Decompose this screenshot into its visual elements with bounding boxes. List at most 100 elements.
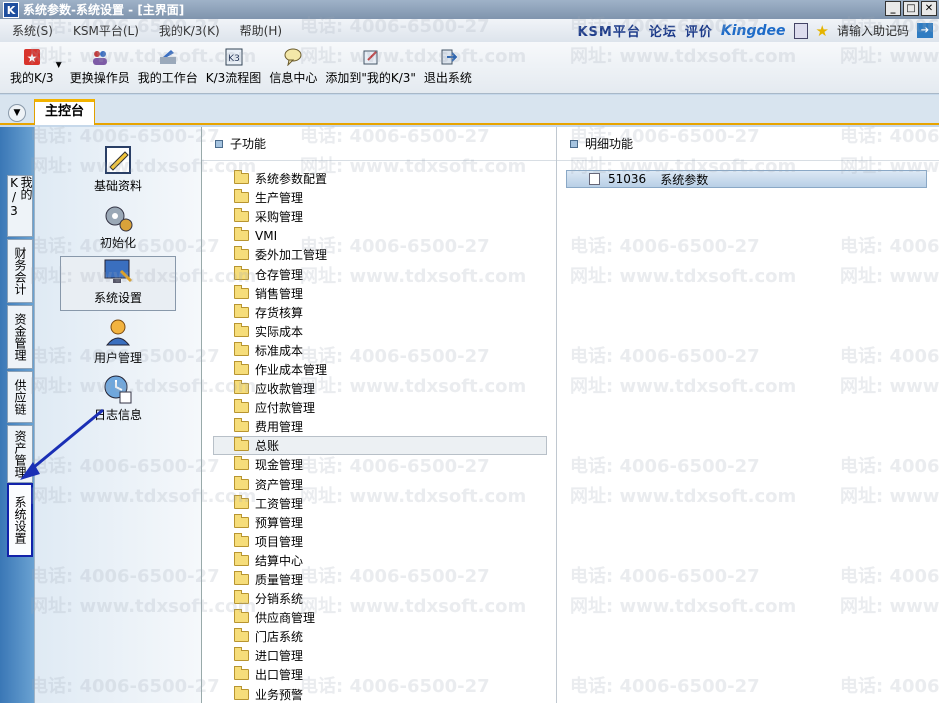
sub-function-item[interactable]: 销售管理 [202,284,557,303]
sub-function-label: 资产管理 [255,477,304,492]
desk-icon [158,48,178,66]
detail-item-system-params[interactable]: 51036 系统参数 [566,170,927,188]
sub-function-item[interactable]: 出口管理 [202,665,557,684]
panel-item-basic-data[interactable]: 基础资料 [60,145,176,194]
rate-link[interactable]: 评价 [685,21,713,40]
folder-icon [234,685,249,700]
ksm-link[interactable]: KSM平台 [577,21,640,40]
vtab-system-settings[interactable]: 系统设置 [7,483,33,557]
folder-icon [234,380,249,395]
tab-dropdown-icon[interactable]: ▼ [8,104,26,122]
function-group-panel: 基础资料 初始化 系统设置 用户管理 日志信息 [34,127,201,703]
sub-function-item[interactable]: 现金管理 [202,455,557,474]
info-center-button[interactable]: 信息中心 [265,42,321,86]
sub-function-item[interactable]: 生产管理 [202,188,557,207]
folder-icon [234,551,249,566]
app-icon: K [3,1,19,18]
vtab-asset-management[interactable]: 资产管理 [7,425,33,483]
vtab-my-k3[interactable]: 我的K/3 [7,175,33,237]
sub-function-label: 委外加工管理 [255,248,328,263]
panel-label-basic-data: 基础资料 [93,179,142,193]
exit-icon [438,48,458,66]
log-clock-icon [102,374,134,404]
go-icon[interactable]: ➔ [917,23,933,38]
menubar-right: KSM平台 论坛 评价 Kingdee ★ 请输入助记码 ➔ [577,19,933,42]
sub-function-label: 工资管理 [255,496,304,511]
sub-function-item[interactable]: 质量管理 [202,570,557,589]
sub-function-item[interactable]: 工资管理 [202,494,557,513]
sub-function-label: 质量管理 [255,573,304,588]
sub-function-label: 分销系统 [255,592,304,607]
sub-function-item[interactable]: 结算中心 [202,551,557,570]
k3-flowchart-button[interactable]: K3 K/3流程图 [202,42,266,86]
sub-function-item[interactable]: 预算管理 [202,513,557,532]
folder-icon [234,666,249,681]
folder-icon [234,246,249,261]
vtab-supply-chain[interactable]: 供应链 [7,371,33,423]
helper-star-icon: ★ [815,21,829,40]
mnemonic-input[interactable]: 请输入助记码 [837,22,909,39]
my-workbench-button[interactable]: 我的工作台 [134,42,202,86]
my-k3-dropdown-icon[interactable]: ▼ [56,60,62,69]
sub-function-item[interactable]: 仓存管理 [202,264,557,283]
change-operator-button[interactable]: 更换操作员 [66,42,134,86]
tab-main-console[interactable]: 主控台 [34,99,96,125]
k3-flowchart-label: K/3流程图 [205,71,262,85]
tab-strip: ▼ 主控台 [0,95,939,125]
panel-item-log-info[interactable]: 日志信息 [60,374,176,423]
sub-function-item[interactable]: 实际成本 [202,322,557,341]
maximize-button[interactable]: □ [903,1,919,16]
close-button[interactable]: ✕ [921,1,937,16]
sub-function-item[interactable]: 项目管理 [202,532,557,551]
sub-function-item[interactable]: 分销系统 [202,589,557,608]
sub-function-label: 总账 [255,439,280,454]
sub-function-item[interactable]: 采购管理 [202,207,557,226]
module-tabs: 我的K/3 财务会计 资金管理 供应链 资产管理 系统设置 [0,127,34,703]
phone-icon[interactable] [793,22,808,39]
panel-item-system-settings[interactable]: 系统设置 [60,256,176,311]
sub-function-item[interactable]: 存货核算 [202,303,557,322]
sub-function-item[interactable]: VMI [202,226,557,245]
svg-text:★: ★ [26,51,37,65]
vtab-fund-management[interactable]: 资金管理 [7,305,33,369]
folder-icon [234,227,249,242]
sub-function-label: 项目管理 [255,534,304,549]
sub-function-label: 销售管理 [255,286,304,301]
folder-icon [234,571,249,586]
sub-function-label: 应付款管理 [255,401,316,416]
panel-item-user-management[interactable]: 用户管理 [60,317,176,366]
sub-function-item[interactable]: 进口管理 [202,646,557,665]
vtab-finance[interactable]: 财务会计 [7,239,33,303]
sub-function-item[interactable]: 标准成本 [202,341,557,360]
my-k3-button[interactable]: ★ 我的K/3 [6,42,58,86]
add-to-my-k3-button[interactable]: 添加到"我的K/3" [321,42,420,86]
sub-function-label: 标准成本 [255,343,304,358]
user-manage-icon [102,317,134,347]
sub-function-item[interactable]: 系统参数配置 [202,169,557,188]
sub-function-item[interactable]: 费用管理 [202,417,557,436]
panel-label-log-info: 日志信息 [93,408,142,422]
users-icon [90,48,110,66]
folder-icon [234,399,249,414]
sub-function-label: 应收款管理 [255,382,316,397]
forum-link[interactable]: 论坛 [649,21,677,40]
exit-system-button[interactable]: 退出系统 [420,42,476,86]
sub-function-item[interactable]: 门店系统 [202,627,557,646]
minimize-button[interactable]: _ [885,1,901,16]
menu-system[interactable]: 系统(S) [0,22,61,39]
sub-function-item[interactable]: 总账 [213,436,547,456]
menu-help[interactable]: 帮助(H) [228,22,290,39]
sub-function-item[interactable]: 应收款管理 [202,379,557,398]
sub-function-item[interactable]: 资产管理 [202,475,557,494]
sub-function-item[interactable]: 委外加工管理 [202,245,557,264]
sub-function-label: VMI [255,228,278,243]
panel-item-initialization[interactable]: 初始化 [60,202,176,251]
add-favorite-icon [361,48,381,66]
sub-function-item[interactable]: 业务预警 [202,685,557,703]
change-operator-label: 更换操作员 [69,71,130,85]
menu-ksm[interactable]: KSM平台(L) [61,22,147,39]
sub-function-item[interactable]: 应付款管理 [202,398,557,417]
menu-my-k3[interactable]: 我的K/3(K) [147,22,228,39]
sub-function-item[interactable]: 供应商管理 [202,608,557,627]
sub-function-item[interactable]: 作业成本管理 [202,360,557,379]
